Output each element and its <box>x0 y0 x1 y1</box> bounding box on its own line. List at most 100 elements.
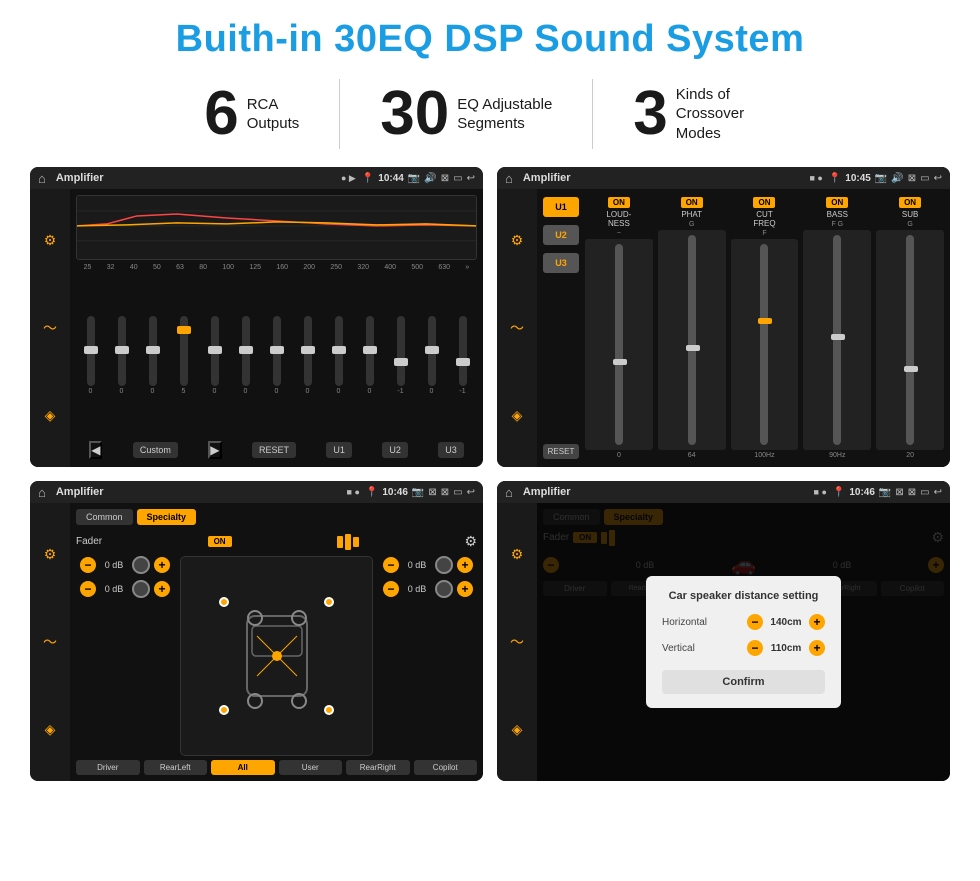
eq-tune-icon[interactable]: ⚙ <box>44 232 57 249</box>
vol-minus-right-2[interactable]: − <box>383 581 399 597</box>
btn-rearleft[interactable]: RearLeft <box>144 760 208 775</box>
home-icon-1[interactable]: ⌂ <box>38 171 46 186</box>
status-bar-3: ⌂ Amplifier ■ ● 📍 10:46 📷 ⊠ ⊠ ▭ ↩ <box>30 481 483 503</box>
xo-slider-cutfreq[interactable] <box>731 239 799 450</box>
vol-minus-right-1[interactable]: − <box>383 557 399 573</box>
eq-freq-labels: 25 32 40 50 63 80 100 125 160 200 250 32… <box>76 264 477 271</box>
vol-plus-right-2[interactable]: + <box>457 581 473 597</box>
eq-slider-thumb-5[interactable] <box>239 346 253 354</box>
eq-slider-thumb-11[interactable] <box>425 346 439 354</box>
xo-speaker-icon[interactable]: ◈ <box>512 407 523 424</box>
xo-slider-loudness[interactable] <box>585 239 653 450</box>
eq-play-btn[interactable]: ▶ <box>208 441 221 459</box>
fader-tab-specialty[interactable]: Specialty <box>137 509 197 525</box>
eq-slider-6: 0 <box>273 316 281 395</box>
modal-confirm-button[interactable]: Confirm <box>662 670 825 694</box>
eq-u1-btn[interactable]: U1 <box>326 442 352 458</box>
xo-fader-thumb-loudness[interactable] <box>613 359 627 365</box>
eq-reset-btn[interactable]: RESET <box>252 442 296 458</box>
eq-slider-thumb-12[interactable] <box>456 358 470 366</box>
eq-slider-track-7[interactable] <box>304 316 312 386</box>
xo-tune-icon[interactable]: ⚙ <box>511 232 524 249</box>
eq-prev-btn[interactable]: ◀ <box>89 441 102 459</box>
vol-plus-right-1[interactable]: + <box>457 557 473 573</box>
dist-tune-icon[interactable]: ⚙ <box>511 546 524 563</box>
dist-speaker-icon[interactable]: ◈ <box>512 721 523 738</box>
eq-wave-icon[interactable]: 〜 <box>43 318 57 338</box>
settings-icon-3[interactable]: ⚙ <box>464 533 477 550</box>
xo-slider-bass[interactable] <box>803 230 871 450</box>
eq-slider-thumb-4[interactable] <box>208 346 222 354</box>
btn-user[interactable]: User <box>279 760 343 775</box>
back-icon-1[interactable]: ↩ <box>467 173 475 184</box>
modal-vertical-minus[interactable]: − <box>747 640 763 656</box>
dist-wave-icon[interactable]: 〜 <box>510 632 524 652</box>
xo-u3-btn[interactable]: U3 <box>543 253 579 273</box>
eq-slider-track-2[interactable] <box>149 316 157 386</box>
fader-wave-icon[interactable]: 〜 <box>43 632 57 652</box>
eq-slider-val-4: 0 <box>213 388 217 395</box>
fader-tab-common[interactable]: Common <box>76 509 133 525</box>
eq-slider-track-5[interactable] <box>242 316 250 386</box>
eq-slider-thumb-2[interactable] <box>146 346 160 354</box>
fader-tune-icon[interactable]: ⚙ <box>44 546 57 563</box>
xo-u1-btn[interactable]: U1 <box>543 197 579 217</box>
eq-slider-thumb-8[interactable] <box>332 346 346 354</box>
xo-fader-thumb-bass[interactable] <box>831 334 845 340</box>
eq-u2-btn[interactable]: U2 <box>382 442 408 458</box>
eq-speaker-icon[interactable]: ◈ <box>45 407 56 424</box>
eq-slider-thumb-0[interactable] <box>84 346 98 354</box>
btn-rearright[interactable]: RearRight <box>346 760 410 775</box>
eq-slider-thumb-7[interactable] <box>301 346 315 354</box>
modal-horizontal-plus[interactable]: + <box>809 614 825 630</box>
xo-slider-phat[interactable] <box>658 230 726 450</box>
eq-slider-thumb-3[interactable] <box>177 326 191 334</box>
btn-all[interactable]: All <box>211 760 275 775</box>
eq-slider-thumb-1[interactable] <box>115 346 129 354</box>
btn-copilot[interactable]: Copilot <box>414 760 478 775</box>
home-icon-3[interactable]: ⌂ <box>38 485 46 500</box>
eq-custom-btn[interactable]: Custom <box>133 442 178 458</box>
eq-slider-thumb-9[interactable] <box>363 346 377 354</box>
xo-fader-thumb-cutfreq[interactable] <box>758 318 772 324</box>
vol-minus-left-2[interactable]: − <box>80 581 96 597</box>
eq-slider-track-9[interactable] <box>366 316 374 386</box>
eq-slider-track-4[interactable] <box>211 316 219 386</box>
eq-slider-thumb-10[interactable] <box>394 358 408 366</box>
vol-minus-left-1[interactable]: − <box>80 557 96 573</box>
app-title-2: Amplifier <box>523 172 804 184</box>
xo-slider-sub[interactable] <box>876 230 944 450</box>
back-icon-3[interactable]: ↩ <box>467 487 475 498</box>
wifi-icon-2: ⊠ <box>908 173 916 184</box>
back-icon-4[interactable]: ↩ <box>934 487 942 498</box>
modal-horizontal-minus[interactable]: − <box>747 614 763 630</box>
xo-fader-thumb-phat[interactable] <box>686 345 700 351</box>
home-icon-4[interactable]: ⌂ <box>505 485 513 500</box>
eq-slider-track-11[interactable] <box>428 316 436 386</box>
freq-label-0: 25 <box>84 264 92 271</box>
eq-slider-track-8[interactable] <box>335 316 343 386</box>
back-icon-2[interactable]: ↩ <box>934 173 942 184</box>
vol-plus-left-2[interactable]: + <box>154 581 170 597</box>
screen-crossover: ⌂ Amplifier ■ ● 📍 10:45 📷 🔊 ⊠ ▭ ↩ ⚙ 〜 ◈ <box>497 167 950 467</box>
fader-speaker-icon[interactable]: ◈ <box>45 721 56 738</box>
eq-slider-thumb-6[interactable] <box>270 346 284 354</box>
eq-slider-track-12[interactable] <box>459 316 467 386</box>
eq-slider-track-1[interactable] <box>118 316 126 386</box>
xo-u2-btn[interactable]: U2 <box>543 225 579 245</box>
xo-wave-icon[interactable]: 〜 <box>510 318 524 338</box>
eq-slider-track-0[interactable] <box>87 316 95 386</box>
dots-icon-4: ■ ● <box>814 487 827 497</box>
xo-reset-btn[interactable]: RESET <box>543 444 579 459</box>
home-icon-2[interactable]: ⌂ <box>505 171 513 186</box>
modal-vertical-plus[interactable]: + <box>809 640 825 656</box>
xo-fader-thumb-sub[interactable] <box>904 366 918 372</box>
vol-row-left-2: − 0 dB + <box>80 580 170 598</box>
vol-plus-left-1[interactable]: + <box>154 557 170 573</box>
eq-slider-track-6[interactable] <box>273 316 281 386</box>
eq-slider-track-10[interactable] <box>397 316 405 386</box>
btn-driver[interactable]: Driver <box>76 760 140 775</box>
xo-channel-name-loudness: LOUD-NESS <box>606 210 631 228</box>
eq-slider-track-3[interactable] <box>180 316 188 386</box>
eq-u3-btn[interactable]: U3 <box>438 442 464 458</box>
